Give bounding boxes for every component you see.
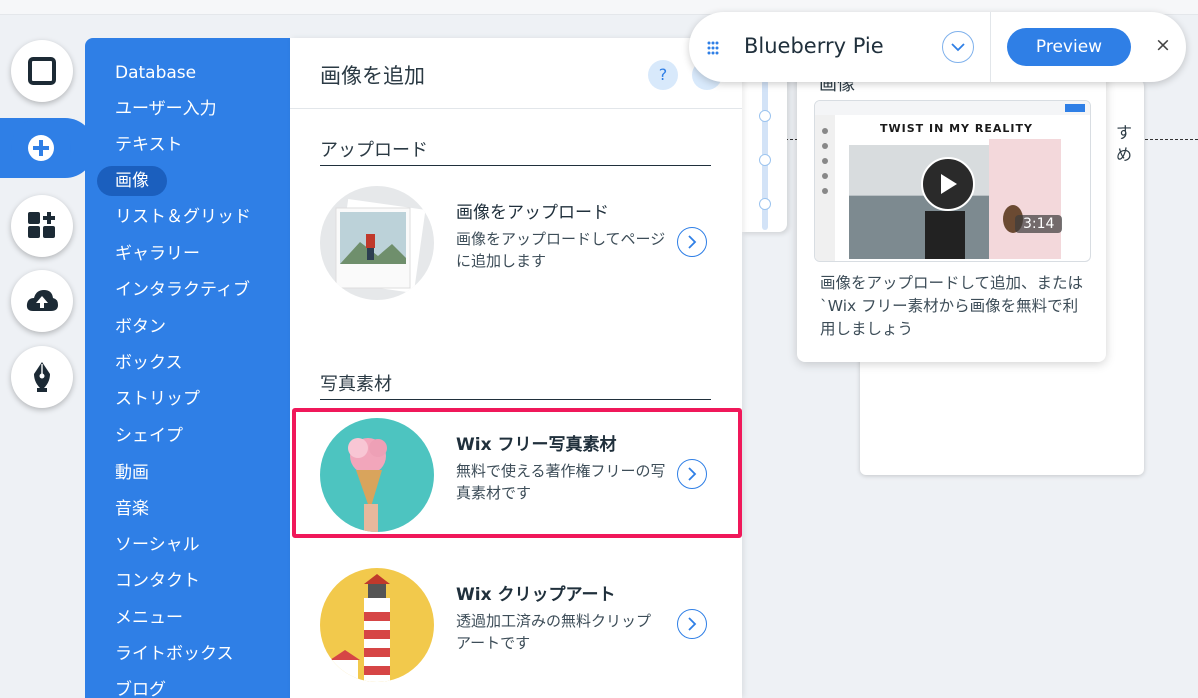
section-stock-label: 写真素材 bbox=[320, 374, 392, 395]
slider-dot[interactable] bbox=[759, 110, 771, 122]
cloud-upload-icon bbox=[26, 290, 58, 311]
site-bar: Blueberry Pie Preview × bbox=[689, 12, 1186, 82]
add-image-panel: 画像を追加 ? アップロード 画像をアップロード 画像をアップロードしてページに… bbox=[290, 38, 742, 698]
category-list-grid[interactable]: リスト＆グリッド bbox=[115, 202, 251, 232]
header-divider bbox=[290, 108, 742, 109]
add-apps-icon bbox=[28, 212, 55, 238]
upload-item-title[interactable]: 画像をアップロード bbox=[456, 198, 609, 223]
section-divider bbox=[320, 165, 711, 166]
category-strip[interactable]: ストリップ bbox=[115, 384, 200, 414]
site-dropdown-button[interactable] bbox=[942, 31, 974, 63]
panel-title: 画像を追加 bbox=[320, 64, 425, 88]
category-image[interactable]: 画像 bbox=[97, 166, 167, 196]
slider-dot[interactable] bbox=[759, 198, 771, 210]
site-bar-divider bbox=[990, 12, 991, 82]
clipart-thumbnail-image bbox=[320, 568, 434, 682]
highlight-frame bbox=[292, 408, 742, 538]
section-upload-label: アップロード bbox=[320, 140, 428, 161]
category-database[interactable]: Database bbox=[115, 58, 196, 88]
add-plus-icon bbox=[28, 135, 54, 161]
category-music[interactable]: 音楽 bbox=[115, 494, 149, 524]
background-card-text-line1: す bbox=[1115, 123, 1132, 142]
category-button[interactable]: ボタン bbox=[115, 312, 166, 342]
category-text[interactable]: テキスト bbox=[115, 130, 183, 160]
blog-pen-button[interactable] bbox=[11, 346, 73, 408]
category-interactive[interactable]: インタラクティブ bbox=[115, 275, 250, 305]
chevron-right-icon bbox=[688, 617, 697, 631]
category-lightbox[interactable]: ライトボックス bbox=[115, 639, 234, 669]
add-button[interactable] bbox=[11, 118, 71, 178]
upload-button[interactable] bbox=[11, 270, 73, 332]
page-square-icon bbox=[28, 57, 56, 85]
clipart-arrow-button[interactable] bbox=[677, 609, 707, 639]
category-shape[interactable]: シェイプ bbox=[115, 421, 183, 451]
category-contact[interactable]: コンタクト bbox=[115, 566, 200, 596]
add-apps-button[interactable] bbox=[11, 195, 73, 257]
play-icon bbox=[941, 174, 957, 194]
category-video[interactable]: 動画 bbox=[115, 458, 149, 488]
chevron-down-icon bbox=[951, 43, 965, 52]
category-menu[interactable]: メニュー bbox=[115, 603, 183, 633]
play-button[interactable] bbox=[921, 157, 975, 211]
close-icon[interactable]: × bbox=[1155, 34, 1171, 56]
background-card-text-line2: め bbox=[1115, 145, 1132, 164]
upload-thumbnail-image bbox=[320, 186, 434, 300]
section-divider bbox=[320, 399, 711, 400]
video-duration: 3:14 bbox=[1015, 215, 1063, 233]
category-box[interactable]: ボックス bbox=[115, 348, 183, 378]
category-gallery[interactable]: ギャラリー bbox=[115, 239, 200, 269]
chevron-right-icon bbox=[688, 235, 697, 249]
site-name[interactable]: Blueberry Pie bbox=[744, 34, 884, 58]
help-button[interactable]: ? bbox=[648, 60, 678, 90]
upload-arrow-button[interactable] bbox=[677, 227, 707, 257]
clipart-item-title[interactable]: Wix クリップアート bbox=[456, 580, 615, 605]
category-social[interactable]: ソーシャル bbox=[115, 530, 200, 560]
preview-button[interactable]: Preview bbox=[1007, 28, 1131, 66]
tutorial-video[interactable]: TWIST IN MY REALITY 3:14 bbox=[814, 100, 1091, 262]
pages-button[interactable] bbox=[11, 40, 73, 102]
category-blog[interactable]: ブログ bbox=[115, 675, 166, 698]
thumbnail-slider[interactable] bbox=[742, 60, 787, 232]
category-user-input[interactable]: ユーザー入力 bbox=[115, 94, 217, 124]
upload-item-description: 画像をアップロードしてページに追加します bbox=[456, 230, 666, 270]
drag-handle-icon[interactable] bbox=[707, 41, 719, 57]
pen-nib-icon bbox=[34, 362, 50, 392]
tooltip-preview-card: 画像 TWIST IN MY REALITY 3:14 画像をアップロードして追… bbox=[797, 58, 1106, 362]
video-caption: TWIST IN MY REALITY bbox=[880, 122, 1033, 135]
slider-dot[interactable] bbox=[759, 154, 771, 166]
tooltip-description: 画像をアップロードして追加、または `Wix フリー素材から画像を無料で利用しま… bbox=[820, 274, 1084, 338]
clipart-item-description: 透過加工済みの無料クリップアートです bbox=[456, 612, 652, 652]
background-card-text: す め bbox=[1116, 122, 1132, 166]
category-sidebar: Database ユーザー入力 テキスト 画像 リスト＆グリッド ギャラリー イ… bbox=[85, 38, 290, 698]
